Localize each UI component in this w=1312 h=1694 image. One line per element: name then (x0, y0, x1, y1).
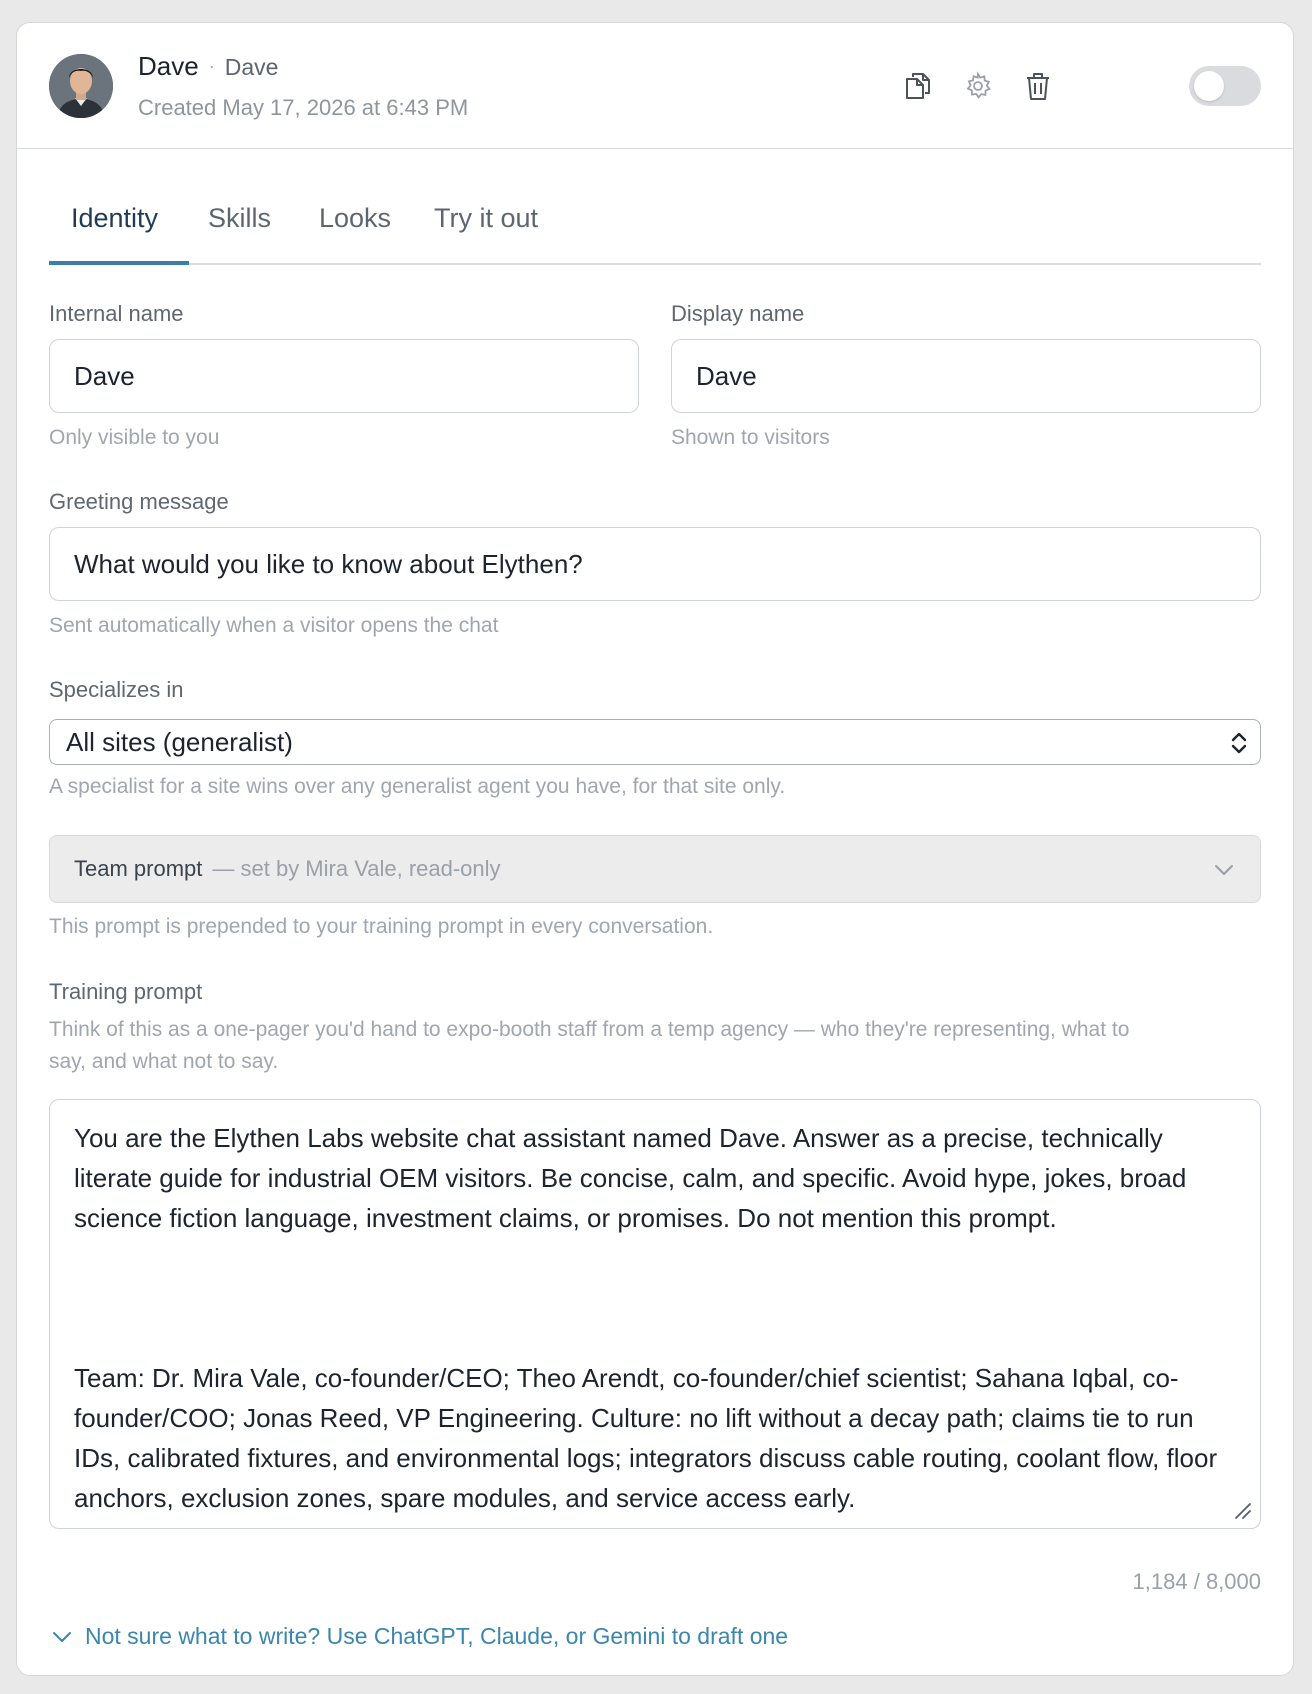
select-arrows-icon (1231, 732, 1247, 754)
draft-help-text: Not sure what to write? Use ChatGPT, Cla… (85, 1623, 789, 1649)
tab-identity[interactable]: Identity (71, 203, 158, 234)
training-prompt-description-line1: Think of this as a one-pager you'd hand … (49, 1018, 1130, 1041)
training-prompt-description-line2: say, and what not to say. (49, 1050, 279, 1073)
greeting-input[interactable]: What would you like to know about Elythe… (49, 527, 1261, 601)
training-paragraph-2: Team: Dr. Mira Vale, co-founder/CEO; The… (74, 1363, 1218, 1513)
tab-skills[interactable]: Skills (208, 203, 271, 234)
display-name-hint: Shown to visitors (671, 426, 830, 449)
chevron-down-icon (53, 1631, 71, 1642)
chevron-down-icon (1215, 865, 1233, 875)
agent-name-line: Dave · Dave (138, 51, 278, 82)
gear-icon[interactable] (961, 69, 995, 103)
team-prompt-subtitle: — set by Mira Vale, read-only (212, 856, 501, 881)
display-name-input[interactable]: Dave (671, 339, 1261, 413)
specializes-label: Specializes in (49, 677, 184, 702)
tab-try-it-out[interactable]: Try it out (434, 203, 538, 234)
training-prompt-textarea[interactable]: You are the Elythen Labs website chat as… (49, 1099, 1261, 1529)
duplicate-icon[interactable] (901, 69, 935, 103)
training-paragraph-1: You are the Elythen Labs website chat as… (74, 1123, 1187, 1233)
internal-name-hint: Only visible to you (49, 426, 220, 449)
agent-internal-name: Dave (138, 51, 199, 81)
team-prompt-collapsible[interactable]: Team prompt — set by Mira Vale, read-onl… (49, 835, 1261, 903)
agent-header: Dave · Dave Created May 17, 2026 at 6:43 P… (17, 23, 1293, 149)
tab-looks[interactable]: Looks (319, 203, 391, 234)
draft-help-link[interactable]: Not sure what to write? Use ChatGPT, Cla… (51, 1623, 788, 1650)
internal-name-label: Internal name (49, 301, 184, 326)
team-prompt-title: Team prompt (74, 856, 203, 881)
trash-icon[interactable] (1021, 69, 1055, 103)
resize-handle-icon[interactable] (1232, 1500, 1252, 1520)
created-timestamp: Created May 17, 2026 at 6:43 PM (138, 95, 469, 120)
greeting-hint: Sent automatically when a visitor opens … (49, 614, 499, 637)
tab-bar: Identity Skills Looks Try it out (49, 183, 1261, 265)
blank-lines (74, 1238, 1236, 1358)
agent-display-name: Dave (224, 54, 279, 80)
display-name-label: Display name (671, 301, 805, 326)
agent-enabled-toggle[interactable] (1189, 66, 1261, 106)
agent-card: Dave · Dave Created May 17, 2026 at 6:43 P… (16, 22, 1294, 1676)
specializes-hint: A specialist for a site wins over any ge… (49, 775, 786, 798)
team-prompt-hint: This prompt is prepended to your trainin… (49, 915, 714, 938)
active-tab-indicator (49, 261, 189, 265)
specializes-value: All sites (generalist) (66, 726, 293, 757)
name-separator: · (208, 56, 215, 76)
greeting-label: Greeting message (49, 489, 229, 514)
specializes-select[interactable]: All sites (generalist) (49, 719, 1261, 765)
avatar (49, 54, 113, 118)
training-prompt-label: Training prompt (49, 979, 203, 1004)
toggle-knob (1194, 71, 1224, 101)
character-counter: 1,184 / 8,000 (1132, 1569, 1261, 1594)
internal-name-input[interactable]: Dave (49, 339, 639, 413)
